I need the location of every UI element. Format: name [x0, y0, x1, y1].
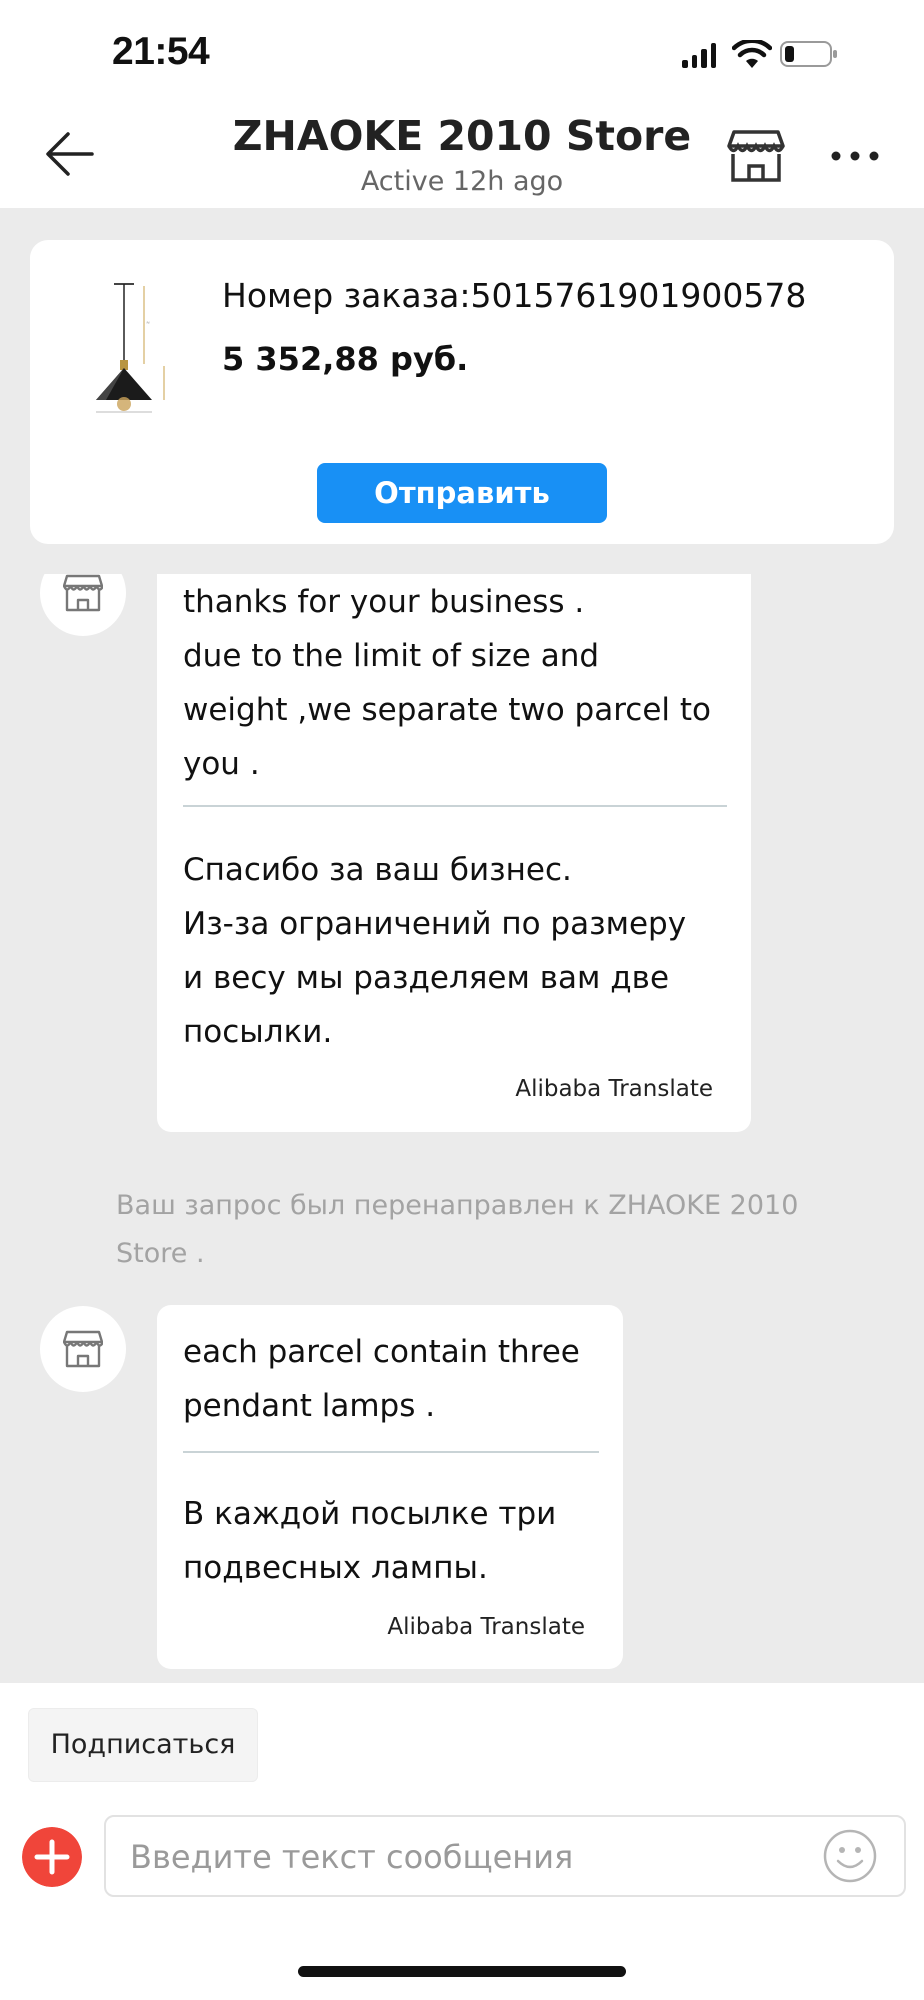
translator-label: Alibaba Translate — [515, 1076, 713, 1102]
translated-line: и весу мы разделяем вам две — [183, 960, 670, 996]
translated-line: Спасибо за ваш бизнес. — [183, 852, 572, 888]
original-line: each parcel contain three — [183, 1334, 580, 1370]
original-line: weight ,we separate two parcel to — [183, 692, 711, 728]
home-indicator — [298, 1966, 626, 1977]
translation-divider — [183, 1451, 599, 1453]
translation-divider — [183, 805, 727, 807]
message-input-box[interactable] — [104, 1815, 906, 1897]
emoji-icon[interactable] — [822, 1828, 878, 1884]
message-input[interactable] — [128, 1817, 812, 1897]
plus-icon[interactable] — [22, 1827, 82, 1887]
message-bubble[interactable]: thanks for your business . due to the li… — [157, 540, 751, 1132]
back-arrow-icon[interactable] — [44, 128, 96, 180]
send-order-button[interactable]: Отправить — [317, 463, 607, 523]
wifi-icon — [732, 40, 772, 68]
translator-label: Alibaba Translate — [387, 1614, 585, 1640]
system-note: Ваш запрос был перенаправлен к ZHAOKE 20… — [116, 1190, 799, 1269]
store-icon[interactable] — [726, 128, 786, 184]
translated-line: Из-за ограничений по размеру — [183, 906, 687, 942]
translated-line: В каждой посылке три — [183, 1496, 557, 1532]
original-line: thanks for your business . — [183, 584, 585, 620]
original-line: due to the limit of size and — [183, 638, 600, 674]
product-image[interactable]: ≈ — [92, 278, 200, 416]
more-icon[interactable] — [830, 144, 880, 168]
signal-icon — [682, 42, 716, 68]
shop-avatar-icon — [63, 574, 103, 612]
original-line: pendant lamps . — [183, 1388, 436, 1424]
active-status: Active 12h ago — [360, 166, 564, 197]
shop-avatar-icon — [63, 1330, 103, 1368]
translated-line: посылки. — [183, 1014, 333, 1050]
translated-line: подвесных лампы. — [183, 1550, 488, 1586]
subscribe-button[interactable]: Подписаться — [28, 1708, 258, 1782]
shop-avatar[interactable] — [40, 1306, 126, 1392]
svg-text:≈: ≈ — [146, 320, 150, 326]
store-title[interactable]: ZHAOKE 2010 Store — [180, 112, 744, 160]
original-line: you . — [183, 746, 260, 782]
status-time: 21:54 — [112, 30, 210, 73]
battery-icon — [780, 41, 837, 67]
message-bubble[interactable]: each parcel contain three pendant lamps … — [157, 1305, 623, 1669]
order-number: Номер заказа:5015761901900578 — [222, 276, 807, 315]
order-price: 5 352,88 руб. — [222, 340, 469, 378]
